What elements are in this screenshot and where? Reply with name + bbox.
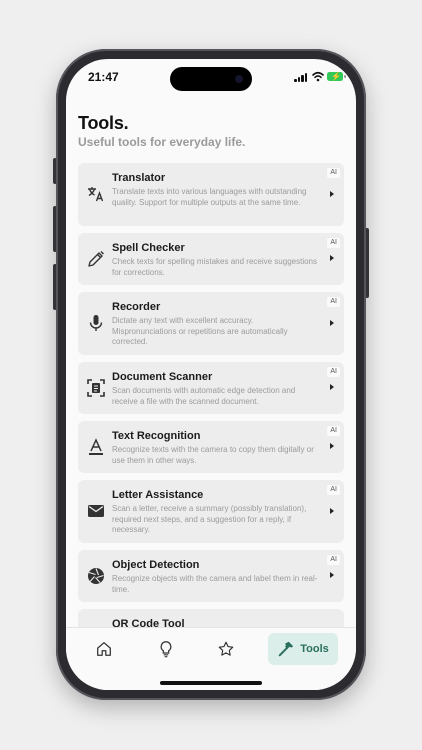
tool-card-letter-assistance[interactable]: Letter Assistance Scan a letter, receive… [78,480,344,543]
tool-description: Recognize texts with the camera to copy … [112,445,314,465]
tool-card-text-recognition[interactable]: Text Recognition Recognize texts with th… [78,421,344,473]
tool-card-object-detection[interactable]: Object Detection Recognize objects with … [78,550,344,602]
tool-title: Recorder [112,301,161,313]
tab-home[interactable] [88,633,120,665]
tool-card-translator[interactable]: Translator Translate texts into various … [78,163,344,226]
tool-title: Text Recognition [112,430,201,442]
battery-icon: ⚡ [327,72,346,81]
chevron-right-icon [330,255,334,261]
tab-label: Tools [300,643,329,655]
chevron-right-icon [330,508,334,514]
pen-icon [88,251,104,267]
tool-card-recorder[interactable]: Recorder Dictate any text with excellent… [78,292,344,355]
tool-card-spell-checker[interactable]: Spell Checker Check texts for spelling m… [78,233,344,285]
tool-description: Scan a letter, receive a summary (possib… [112,504,307,534]
page-subtitle: Useful tools for everyday life. [78,135,246,149]
phone-screen: 21:47 ⚡ Tools. Useful tools for everyday… [66,59,356,690]
text-format-icon [89,438,103,455]
tool-description: Translate texts into various languages w… [112,187,307,207]
tool-description: Scan documents with automatic edge detec… [112,386,296,406]
tab-tools[interactable]: Tools [268,633,338,665]
tool-title: Translator [112,172,166,184]
ai-badge: AI [327,168,340,178]
ai-badge: AI [327,555,340,565]
tool-description: Recognize objects with the camera and la… [112,574,318,594]
ai-badge: AI [327,238,340,248]
dynamic-island [170,67,252,91]
tool-description: Dictate any text with excellent accuracy… [112,316,288,346]
status-bar: 21:47 ⚡ [66,59,356,99]
microphone-icon [89,315,103,331]
page-title: Tools. [78,113,129,133]
lightbulb-icon [160,641,172,658]
chevron-right-icon [330,384,334,390]
translate-icon [88,187,104,202]
chevron-right-icon [330,572,334,578]
camera-aperture-icon [88,568,104,584]
tool-card-document-scanner[interactable]: Document Scanner Scan documents with aut… [78,362,344,414]
hammer-icon [278,641,294,657]
home-indicator [160,681,262,685]
star-icon [218,641,234,656]
tab-ideas[interactable] [150,633,182,665]
tool-title: Spell Checker [112,242,185,254]
ai-badge: AI [327,297,340,307]
tool-description: Check texts for spelling mistakes and re… [112,257,317,277]
wifi-icon [312,71,324,82]
tool-title: Letter Assistance [112,489,204,501]
document-scan-icon [87,379,105,397]
status-time: 21:47 [88,70,119,84]
tool-title: Document Scanner [112,371,213,383]
chevron-right-icon [330,320,334,326]
tab-favorites[interactable] [210,633,242,665]
chevron-right-icon [330,191,334,197]
ai-badge: AI [327,485,340,495]
chevron-right-icon [330,443,334,449]
home-icon [97,642,111,656]
ai-badge: AI [327,367,340,377]
ai-badge: AI [327,426,340,436]
mail-icon [88,505,104,517]
signal-icon [294,73,308,82]
tool-title: Object Detection [112,559,200,571]
